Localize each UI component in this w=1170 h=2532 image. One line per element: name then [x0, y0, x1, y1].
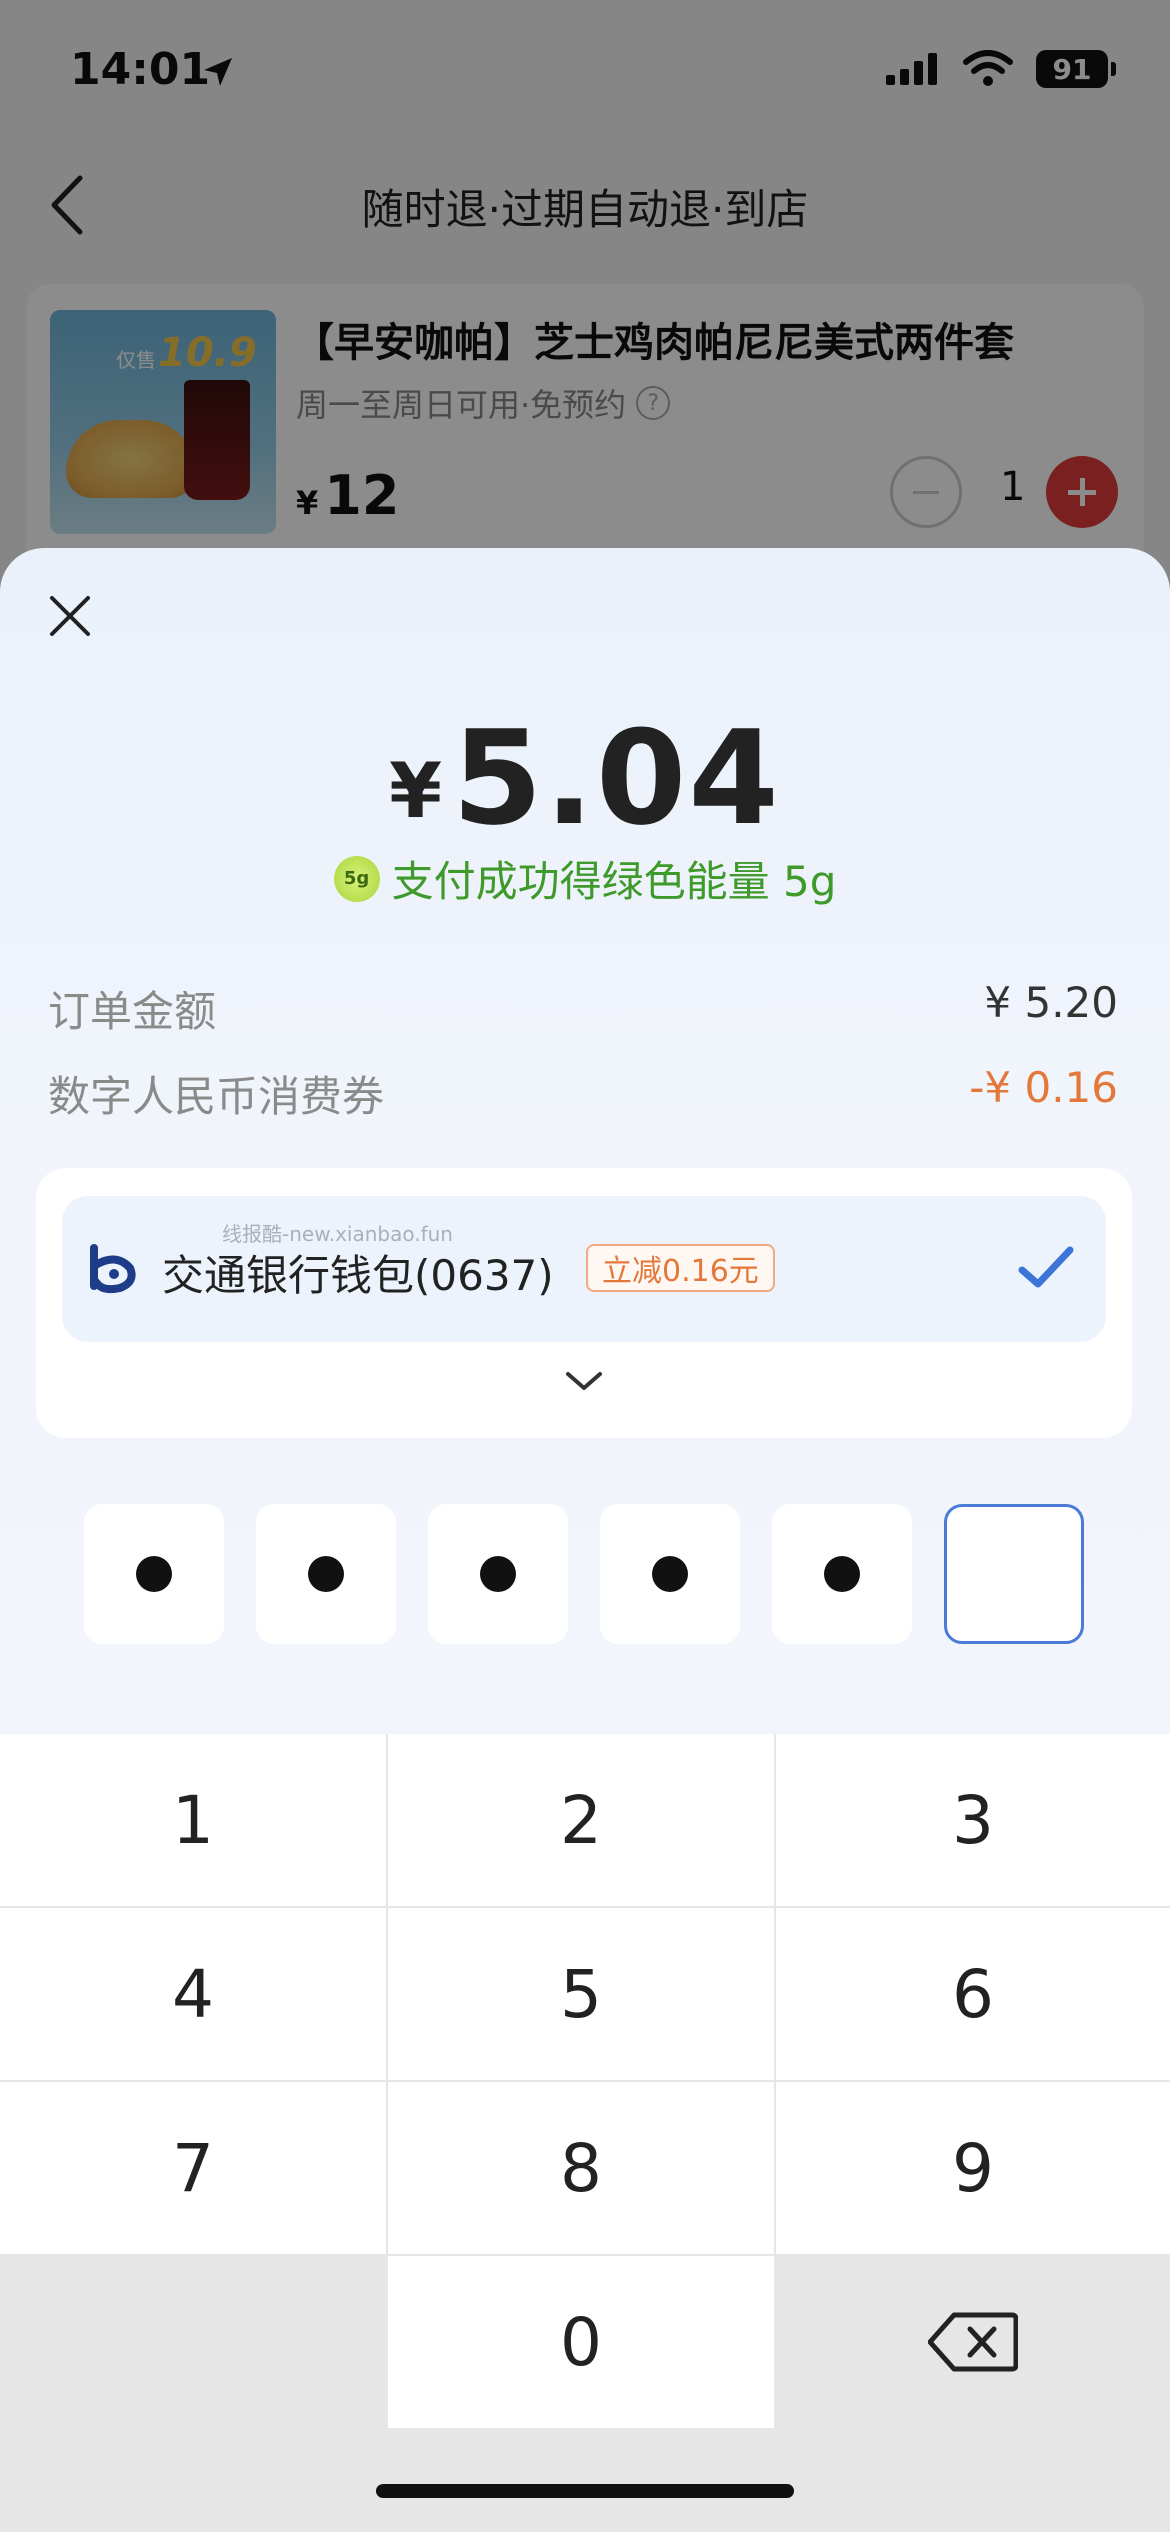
order-amount-row: 订单金额 ¥ 5.20: [48, 978, 1118, 1039]
key-8[interactable]: 8: [388, 2082, 774, 2254]
key-6[interactable]: 6: [776, 1908, 1170, 2080]
key-4[interactable]: 4: [0, 1908, 386, 2080]
dim-overlay[interactable]: [0, 0, 1170, 600]
backspace-icon: [928, 2312, 1018, 2372]
amount-value: 5.04: [452, 702, 781, 854]
payment-method-card: 线报酷-new.xianbao.fun 交通银行钱包(0637) 立减0.16元: [36, 1168, 1132, 1438]
pin-digit: [428, 1504, 568, 1644]
pin-dot: [652, 1556, 688, 1592]
payment-sheet: ¥5.04 5g 支付成功得绿色能量 5g 订单金额 ¥ 5.20 数字人民币消…: [0, 548, 1170, 2532]
pin-dot: [136, 1556, 172, 1592]
pin-digit: [772, 1504, 912, 1644]
key-3[interactable]: 3: [776, 1734, 1170, 1906]
pin-digit: [256, 1504, 396, 1644]
pin-dot: [824, 1556, 860, 1592]
order-amount-value: ¥ 5.20: [984, 978, 1118, 1027]
key-blank: [0, 2256, 386, 2428]
order-amount-label: 订单金额: [48, 987, 217, 1036]
checkmark-icon: [1018, 1246, 1074, 1288]
numeric-keypad: 1 2 3 4 5 6 7 8 9 0: [0, 1734, 1170, 2532]
key-0[interactable]: 0: [388, 2256, 774, 2428]
payment-method-option[interactable]: 线报酷-new.xianbao.fun 交通银行钱包(0637) 立减0.16元: [62, 1196, 1106, 1342]
coupon-label: 数字人民币消费券: [48, 1072, 385, 1121]
pin-input[interactable]: [84, 1504, 1086, 1644]
payment-amount: ¥5.04: [0, 702, 1170, 854]
amount-currency: ¥: [389, 746, 445, 835]
backspace-key[interactable]: [776, 2256, 1170, 2428]
coupon-value: -¥ 0.16: [969, 1063, 1118, 1112]
pin-digit: [84, 1504, 224, 1644]
key-2[interactable]: 2: [388, 1734, 774, 1906]
pin-dot: [480, 1556, 516, 1592]
energy-text: 支付成功得绿色能量 5g: [391, 857, 837, 906]
key-9[interactable]: 9: [776, 2082, 1170, 2254]
key-1[interactable]: 1: [0, 1734, 386, 1906]
pin-digit: [600, 1504, 740, 1644]
energy-reward: 5g 支付成功得绿色能量 5g: [0, 848, 1170, 909]
pin-dot: [308, 1556, 344, 1592]
energy-badge-icon: 5g: [333, 855, 380, 902]
key-7[interactable]: 7: [0, 2082, 386, 2254]
key-5[interactable]: 5: [388, 1908, 774, 2080]
coupon-row: 数字人民币消费券 -¥ 0.16: [48, 1063, 1118, 1124]
discount-tag: 立减0.16元: [586, 1244, 775, 1292]
bank-of-communications-icon: [90, 1244, 136, 1294]
close-icon[interactable]: [46, 592, 94, 640]
home-indicator: [376, 2484, 794, 2498]
pin-digit-active: [944, 1504, 1084, 1644]
chevron-down-icon[interactable]: [564, 1362, 604, 1402]
bank-name: 交通银行钱包(0637): [162, 1251, 554, 1300]
